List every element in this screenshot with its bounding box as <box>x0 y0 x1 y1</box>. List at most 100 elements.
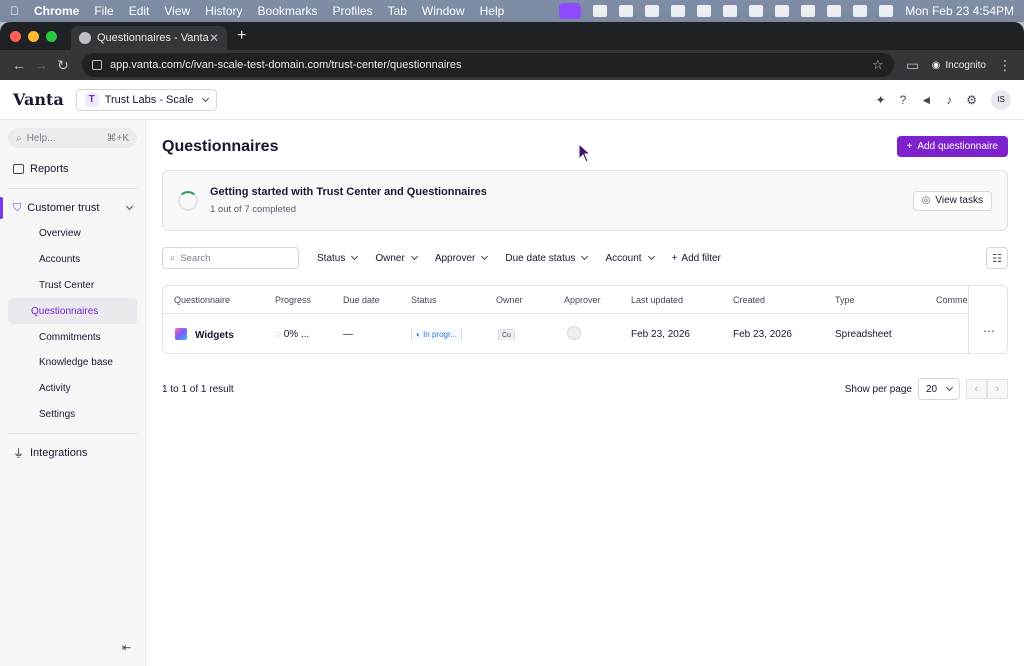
next-page-icon[interactable]: › <box>987 379 1008 399</box>
questionnaire-name-cell[interactable]: Widgets <box>175 327 234 341</box>
col-due-date[interactable]: Due date <box>343 295 380 305</box>
sidebar-divider <box>8 433 137 435</box>
sidebar-item-knowledge-base[interactable]: Knowledge base <box>8 350 137 376</box>
reload-icon[interactable]: ↻ <box>52 57 74 74</box>
col-owner[interactable]: Owner <box>496 295 523 305</box>
col-comments[interactable]: Comme... <box>936 295 968 305</box>
address-bar[interactable]: app.vanta.com/c/ivan-scale-test-domain.c… <box>82 53 894 77</box>
battery-icon[interactable] <box>801 5 816 17</box>
sidebar-item-customer-trust[interactable]: ⛉ Customer trust <box>0 195 145 221</box>
url-text[interactable]: app.vanta.com/c/ivan-scale-test-domain.c… <box>110 59 872 71</box>
ai-sparkle-icon[interactable]: ✦ <box>876 93 886 107</box>
back-arrow-icon[interactable]: ← <box>8 57 30 73</box>
tab-close-icon[interactable]: ✕ <box>209 31 219 45</box>
bell-icon[interactable]: ♪ <box>946 93 952 107</box>
menubar-history[interactable]: History <box>205 4 242 18</box>
sidebar-item-accounts[interactable]: Accounts <box>8 247 137 273</box>
menubar-edit[interactable]: Edit <box>129 4 150 18</box>
active-group-indicator <box>0 197 3 219</box>
menubar-help[interactable]: Help <box>480 4 505 18</box>
incognito-indicator[interactable]: ◉ Incognito <box>924 60 994 71</box>
sidebar-item-integrations[interactable]: ⏚ Integrations <box>0 440 145 466</box>
view-tasks-button[interactable]: ◎ View tasks <box>912 190 992 211</box>
browser-tab-active[interactable]: Questionnaires - Vanta ✕ <box>71 26 227 50</box>
help-search[interactable]: ⌕ Help... ⌘+K <box>8 128 137 148</box>
forward-arrow-icon[interactable]: → <box>30 57 52 73</box>
cast-icon[interactable]: ▭ <box>902 57 924 74</box>
s-app-icon[interactable] <box>645 5 660 17</box>
org-switcher[interactable]: T Trust Labs - Scale <box>75 88 217 111</box>
menubar-window[interactable]: Window <box>422 4 465 18</box>
prev-page-icon[interactable]: ‹ <box>966 379 987 399</box>
search-input[interactable]: ⌕ Search <box>162 247 299 269</box>
sidebar-item-activity[interactable]: Activity <box>8 376 137 402</box>
maximize-window-icon[interactable] <box>46 30 57 42</box>
add-filter-button[interactable]: + Add filter <box>672 253 721 264</box>
menubar-file[interactable]: File <box>94 4 113 18</box>
grid-app-icon[interactable] <box>593 5 608 17</box>
megaphone-icon[interactable]: ◄ <box>920 93 932 107</box>
col-type[interactable]: Type <box>835 295 855 305</box>
notion-icon[interactable] <box>697 5 712 17</box>
filter-status[interactable]: Status <box>317 253 359 264</box>
col-approver[interactable]: Approver <box>564 295 601 305</box>
plus-icon: + <box>906 141 913 152</box>
org-badge: T <box>84 92 99 107</box>
filter-due-date-status[interactable]: Due date status <box>505 253 589 264</box>
column-settings-button[interactable]: ☷ <box>986 247 1008 269</box>
sidebar-item-overview[interactable]: Overview <box>8 221 137 247</box>
play-icon[interactable] <box>749 5 764 17</box>
menubar-view[interactable]: View <box>164 4 190 18</box>
per-page-value: 20 <box>926 383 938 395</box>
sparkle-icon[interactable] <box>671 5 686 17</box>
filter-owner[interactable]: Owner <box>375 253 418 264</box>
col-progress[interactable]: Progress <box>275 295 311 305</box>
filter-account[interactable]: Account <box>605 252 655 264</box>
col-questionnaire[interactable]: Questionnaire <box>174 295 230 305</box>
more-actions-icon[interactable]: ⋯ <box>983 324 995 338</box>
apple-icon[interactable]:  <box>10 4 19 18</box>
table-row[interactable]: Widgets ◌ 0% ... — ◐ In progr... Cu Feb … <box>163 314 1007 353</box>
help-circle-icon[interactable]: ? <box>900 93 907 107</box>
chatgpt-icon[interactable] <box>619 5 634 17</box>
col-last-updated[interactable]: Last updated <box>631 295 683 305</box>
menubar-bookmarks[interactable]: Bookmarks <box>258 4 318 18</box>
minimize-window-icon[interactable] <box>28 30 39 42</box>
menubar-clock[interactable]: Mon Feb 23 4:54PM <box>905 4 1014 18</box>
gear-icon[interactable]: ⚙ <box>966 93 977 107</box>
banner-title: Getting started with Trust Center and Qu… <box>210 186 487 198</box>
questionnaire-name: Widgets <box>195 329 234 341</box>
sidebar-item-questionnaires[interactable]: Questionnaires <box>8 298 137 325</box>
menubar-profiles[interactable]: Profiles <box>333 4 373 18</box>
add-questionnaire-button[interactable]: + Add questionnaire <box>896 136 1008 157</box>
spotlight-icon[interactable] <box>853 5 868 17</box>
sidebar-item-reports[interactable]: Reports <box>0 156 145 182</box>
audio-icon[interactable] <box>723 5 738 17</box>
approver-cell <box>567 325 581 343</box>
collapse-sidebar-icon[interactable]: ⇤ <box>122 641 131 654</box>
per-page-select[interactable]: 20 <box>918 378 960 400</box>
sliders-icon: ☷ <box>992 252 1002 265</box>
close-window-icon[interactable] <box>10 30 21 42</box>
sidebar-item-trust-center[interactable]: Trust Center <box>8 273 137 299</box>
vanta-logo[interactable]: Vanta <box>13 90 64 109</box>
moon-icon[interactable] <box>775 5 790 17</box>
browser-menu-icon[interactable]: ⋮ <box>994 57 1016 74</box>
sidebar-item-commitments[interactable]: Commitments <box>8 324 137 350</box>
sidebar: ⌕ Help... ⌘+K Reports ⛉ Customer trust O… <box>0 120 146 666</box>
sidebar-item-settings[interactable]: Settings <box>8 402 137 428</box>
col-created[interactable]: Created <box>733 295 765 305</box>
menubar-app-name[interactable]: Chrome <box>34 4 79 18</box>
screen-record-icon[interactable] <box>559 3 582 19</box>
filter-label: Account <box>605 252 642 264</box>
control-center-icon[interactable] <box>879 5 894 17</box>
user-avatar[interactable]: IS <box>991 89 1011 110</box>
menubar-tab[interactable]: Tab <box>388 4 407 18</box>
filter-approver[interactable]: Approver <box>435 253 489 264</box>
bookmark-star-icon[interactable]: ☆ <box>872 57 884 73</box>
wifi-icon[interactable] <box>827 5 842 17</box>
new-tab-icon[interactable]: + <box>237 27 246 45</box>
site-info-icon[interactable] <box>92 60 102 70</box>
getting-started-banner: Getting started with Trust Center and Qu… <box>162 170 1008 231</box>
col-status[interactable]: Status <box>411 295 437 305</box>
